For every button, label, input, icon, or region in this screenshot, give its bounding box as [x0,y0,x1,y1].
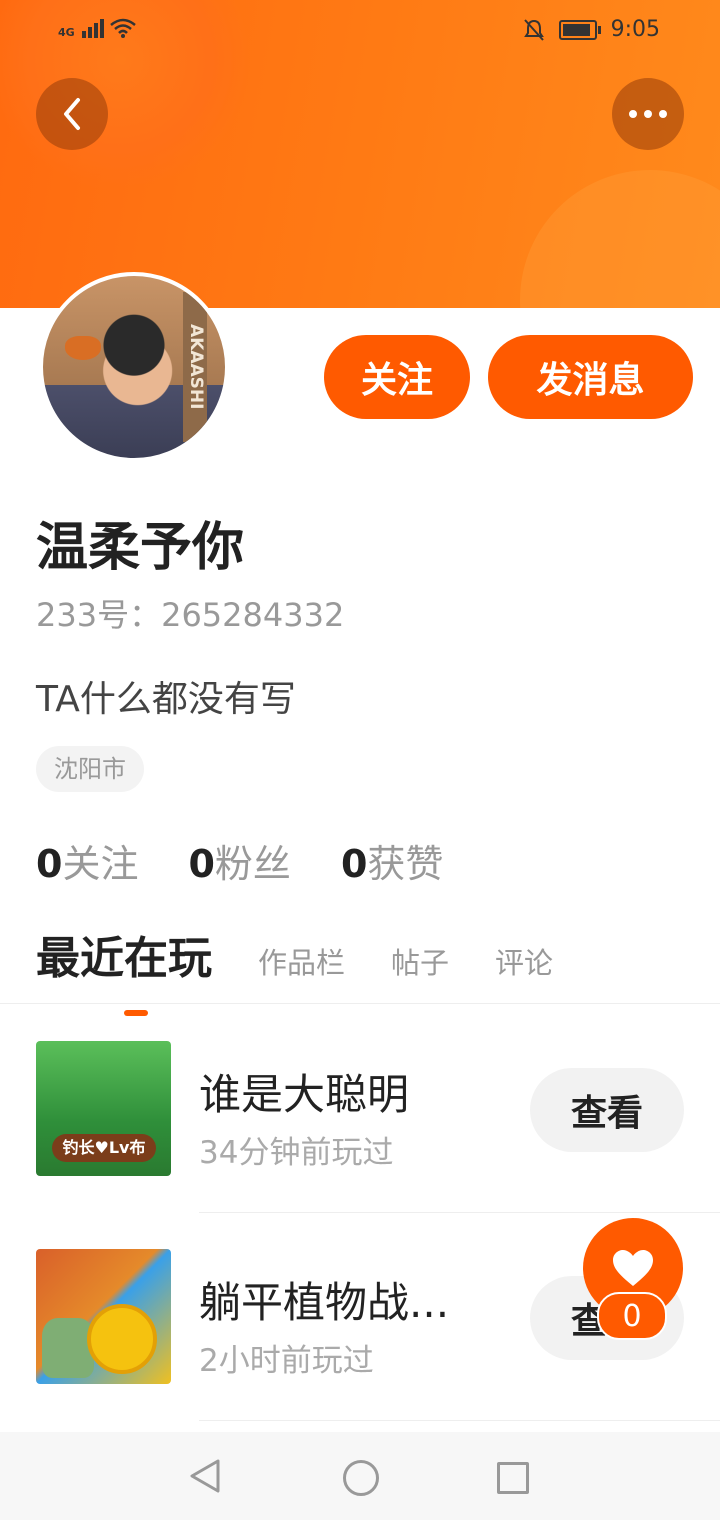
more-dots-icon [629,110,667,118]
more-options-button[interactable] [612,78,684,150]
clock: 9:05 [610,17,660,42]
stat-likes[interactable]: 0获赞 [341,833,443,888]
avatar-butterfly-decoration [65,336,101,360]
tabs-divider [0,1003,720,1004]
square-recent-icon[interactable] [497,1462,529,1494]
tab-comments[interactable]: 评论 [495,940,553,982]
status-bar: 4G 9:05 [0,0,720,60]
heart-icon [613,1250,653,1286]
wifi-icon [109,18,136,38]
divider [199,1212,720,1213]
system-navigation-bar [0,1432,720,1520]
tab-posts[interactable]: 帖子 [391,940,449,982]
view-button[interactable]: 查看 [530,1068,684,1152]
game-last-played: 34分钟前玩过 [199,1135,394,1171]
list-item[interactable]: 钓长♥Lv布 谁是大聪明 34分钟前玩过 查看 [0,1041,720,1249]
thumbnail-sunflower-art [87,1304,157,1374]
game-thumbnail[interactable]: 钓长♥Lv布 [36,1041,171,1176]
profile-stats: 0关注 0粉丝 0获赞 [36,833,443,888]
avatar-text: AKAASHI [183,292,207,442]
header-decoration [520,170,720,308]
stat-followers[interactable]: 0粉丝 [188,833,290,888]
tab-recently-played[interactable]: 最近在玩 [36,922,212,1016]
battery-icon [558,19,601,40]
like-count-badge: 0 [597,1292,667,1340]
game-thumbnail[interactable] [36,1249,171,1384]
profile-tabs: 最近在玩 作品栏 帖子 评论 [36,922,553,1016]
stat-following[interactable]: 0关注 [36,833,138,888]
game-title: 谁是大聪明 [199,1070,410,1119]
back-button[interactable] [36,78,108,150]
circle-home-icon[interactable] [343,1460,379,1496]
thumbnail-label: 钓长♥Lv布 [52,1134,156,1162]
username: 温柔予你 [36,518,245,578]
game-title: 躺平植物战... [199,1278,450,1327]
bell-off-icon [523,18,544,41]
avatar[interactable]: AKAASHI [39,272,229,462]
tab-works[interactable]: 作品栏 [258,940,345,982]
thumbnail-zombie-art [42,1318,94,1378]
network-type: 4G [58,26,75,39]
signal-bars-icon [81,16,104,38]
bio-text: TA什么都没有写 [36,679,296,720]
send-message-button[interactable]: 发消息 [488,335,693,419]
chevron-left-icon [64,98,80,130]
user-id: 233号：265284332 [36,596,345,634]
location-tag: 沈阳市 [36,746,144,792]
game-last-played: 2小时前玩过 [199,1343,374,1379]
divider [199,1420,720,1421]
follow-button[interactable]: 关注 [324,335,470,419]
triangle-back-icon[interactable] [188,1458,222,1494]
